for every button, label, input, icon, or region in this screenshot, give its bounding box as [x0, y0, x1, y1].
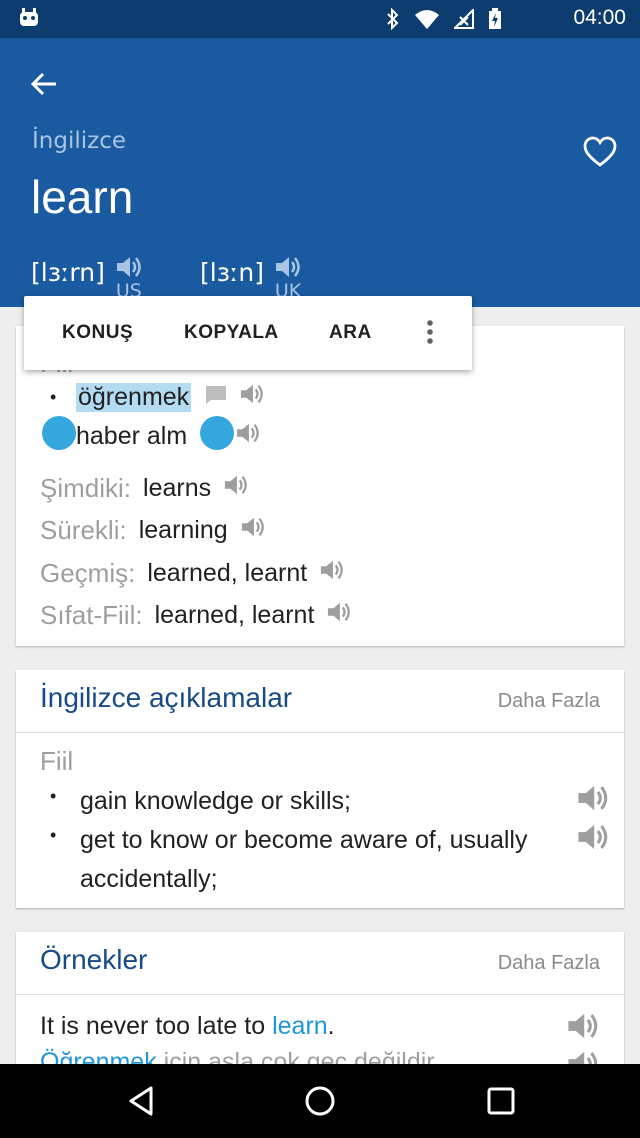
speaker-icon[interactable]: [240, 515, 266, 546]
definition-text: gain knowledge or skills;: [80, 787, 351, 815]
navigation-bar: [0, 1064, 640, 1138]
card-header: İngilizce açıklamalar Daha Fazla: [16, 670, 624, 733]
speaker-icon[interactable]: [223, 473, 249, 504]
speaker-icon[interactable]: [235, 421, 261, 452]
more-link[interactable]: Daha Fazla: [498, 952, 600, 975]
speaker-uk-button[interactable]: UK: [274, 254, 302, 301]
form-present: Şimdiki: learns: [40, 473, 249, 504]
example-text: It is never too late to: [40, 1012, 273, 1040]
bullet: •: [50, 387, 57, 407]
speaker-icon[interactable]: [319, 558, 345, 589]
more-link[interactable]: Daha Fazla: [498, 690, 600, 713]
card-title: Örnekler: [40, 944, 148, 975]
form-value: learning: [138, 516, 228, 544]
menu-item-search[interactable]: ARA: [329, 322, 372, 344]
bullet: •: [50, 786, 57, 806]
battery-charging-icon: [488, 8, 502, 34]
definition-text: get to know or become aware of, usually …: [80, 826, 528, 893]
text-selection-menu: KONUŞ KOPYALA ARA: [24, 296, 472, 370]
ipa-us: [lɜːrn]: [31, 258, 105, 287]
form-value: learned, learnt: [147, 559, 308, 587]
form-past: Geçmiş: learned, learnt: [40, 558, 345, 589]
translation-card: Fiil • öğrenmek haber alm Şimdiki: learn…: [16, 326, 624, 646]
form-value: learns: [143, 474, 212, 502]
status-bar: 04:00: [0, 0, 640, 38]
speaker-icon[interactable]: [576, 782, 610, 821]
speaker-icon[interactable]: [326, 600, 352, 631]
form-participle: Sıfat-Fiil: learned, learnt: [40, 600, 352, 631]
more-vert-icon[interactable]: [424, 318, 436, 348]
nav-back-icon[interactable]: [124, 1084, 158, 1122]
menu-item-copy[interactable]: KOPYALA: [184, 322, 279, 344]
meaning-text[interactable]: haber alm: [76, 422, 187, 451]
app-bar: İngilizce learn [lɜːrn] US [lɜːn] UK: [0, 38, 640, 307]
nav-recents-icon[interactable]: [484, 1084, 518, 1122]
example-punct: .: [327, 1012, 335, 1040]
android-notification-icon: [18, 7, 40, 33]
pronunciation-us: [lɜːrn] US: [31, 254, 143, 301]
form-label: Sürekli:: [40, 515, 127, 545]
card-header: Örnekler Daha Fazla: [16, 932, 624, 995]
source-language: İngilizce: [32, 128, 126, 154]
meaning-item: • öğrenmek: [50, 382, 265, 413]
speaker-icon[interactable]: [566, 1010, 600, 1046]
selection-start-handle[interactable]: [42, 416, 76, 450]
example-english: It is never too late to learn.: [40, 1012, 335, 1041]
definition-item: • gain knowledge or skills;: [50, 782, 610, 821]
card-title: İngilizce açıklamalar: [40, 682, 293, 713]
speaker-us-button[interactable]: US: [115, 254, 143, 301]
form-label: Geçmiş:: [40, 558, 136, 588]
headword: learn: [31, 171, 134, 223]
favorite-heart-icon[interactable]: [582, 134, 618, 170]
form-label: Sıfat-Fiil:: [40, 600, 143, 630]
back-arrow-icon[interactable]: [26, 66, 62, 102]
wifi-icon: [414, 9, 440, 33]
bluetooth-icon: [386, 7, 400, 34]
example-keyword: learn: [272, 1012, 328, 1040]
definitions-card: İngilizce açıklamalar Daha Fazla Fiil • …: [16, 670, 624, 908]
signal-icon: [452, 7, 474, 33]
definition-item: • get to know or become aware of, usuall…: [50, 821, 610, 899]
ipa-uk: [lɜːn]: [200, 258, 265, 287]
speaker-icon[interactable]: [239, 382, 265, 413]
form-value: learned, learnt: [154, 601, 315, 629]
speaker-icon[interactable]: [576, 821, 610, 860]
form-label: Şimdiki:: [40, 473, 132, 503]
form-continuous: Sürekli: learning: [40, 515, 266, 546]
meaning-text-selected[interactable]: öğrenmek: [76, 383, 192, 412]
menu-item-speak[interactable]: KONUŞ: [62, 322, 133, 344]
clock: 04:00: [573, 6, 626, 29]
selection-end-handle[interactable]: [200, 416, 234, 450]
pronunciation-uk: [lɜːn] UK: [200, 254, 302, 301]
bullet: •: [50, 825, 57, 845]
part-of-speech-label: Fiil: [40, 746, 74, 776]
comment-icon[interactable]: [205, 383, 227, 412]
nav-home-icon[interactable]: [303, 1084, 337, 1122]
